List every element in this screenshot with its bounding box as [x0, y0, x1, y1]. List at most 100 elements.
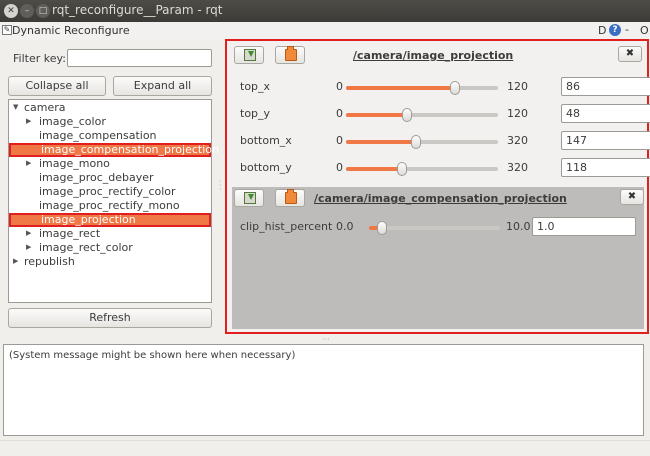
- tree-item[interactable]: image_projection: [9, 213, 211, 227]
- param-value-input[interactable]: 1.0: [532, 217, 636, 236]
- tree-item-label: image_proc_rectify_mono: [39, 199, 180, 212]
- param-min: 0.0: [336, 220, 354, 233]
- slider-fill: [346, 167, 402, 171]
- tree-item[interactable]: image_proc_rectify_color: [9, 185, 211, 199]
- chevron-right-icon[interactable]: ▶: [26, 227, 31, 240]
- param-slider[interactable]: [346, 135, 498, 149]
- tree-item-label: image_proc_debayer: [39, 171, 154, 184]
- plugin-d-button[interactable]: D: [598, 24, 606, 37]
- filter-input[interactable]: [67, 49, 212, 67]
- param-name: top_x: [240, 80, 271, 93]
- param-max: 120: [507, 80, 528, 93]
- tree-item[interactable]: image_proc_rectify_mono: [9, 199, 211, 213]
- window-maximize-button[interactable]: □: [36, 4, 50, 18]
- plugin-icon: ✎: [2, 25, 12, 35]
- tree-item-label: republish: [24, 255, 75, 268]
- status-bar: [0, 440, 650, 456]
- download-button[interactable]: [234, 46, 264, 64]
- slider-handle[interactable]: [377, 221, 387, 235]
- slider-handle[interactable]: [411, 135, 421, 149]
- splitter-handle-horizontal[interactable]: ···: [322, 335, 330, 344]
- param-value-input[interactable]: 147: [561, 131, 650, 150]
- tree-item[interactable]: ▶ image_color: [9, 115, 211, 129]
- folder-icon: [285, 46, 297, 61]
- param-name: top_y: [240, 107, 271, 120]
- tree-item-label: camera: [24, 101, 66, 114]
- tree-item-label: image_rect: [39, 227, 101, 240]
- download-icon: [244, 49, 256, 61]
- param-name: clip_hist_percent: [240, 220, 333, 233]
- tree-item-label: image_compensation_projection: [41, 143, 219, 156]
- param-name: bottom_y: [240, 161, 292, 174]
- param-slider[interactable]: [346, 108, 498, 122]
- filter-label: Filter key:: [13, 52, 66, 65]
- tree-item[interactable]: image_compensation: [9, 129, 211, 143]
- close-group-button[interactable]: ✖: [620, 189, 644, 205]
- slider-handle[interactable]: [397, 162, 407, 176]
- download-icon: [244, 192, 256, 204]
- tree-item[interactable]: ▶ image_rect: [9, 227, 211, 241]
- param-max: 320: [507, 161, 528, 174]
- param-name: bottom_x: [240, 134, 292, 147]
- param-slider[interactable]: [369, 221, 500, 235]
- chevron-right-icon[interactable]: ▶: [13, 255, 18, 268]
- tree-item[interactable]: ▶ image_mono: [9, 157, 211, 171]
- slider-fill: [346, 140, 416, 144]
- param-min: 0: [336, 134, 343, 147]
- slider-fill: [346, 86, 455, 90]
- chevron-right-icon[interactable]: ▶: [26, 115, 31, 128]
- tree-item-label: image_proc_rectify_color: [39, 185, 176, 198]
- param-min: 0: [336, 161, 343, 174]
- window-minimize-button[interactable]: –: [20, 4, 34, 18]
- param-group-image-projection: /camera/image_projection ✖ top_x 0 120 86 to…: [232, 43, 650, 183]
- open-folder-button[interactable]: [275, 189, 305, 207]
- chevron-right-icon[interactable]: ▶: [26, 157, 31, 170]
- param-max: 120: [507, 107, 528, 120]
- window-title: rqt_reconfigure__Param - rqt: [52, 3, 223, 17]
- expand-all-button[interactable]: Expand all: [113, 76, 212, 96]
- collapse-all-button[interactable]: Collapse all: [8, 76, 106, 96]
- open-folder-button[interactable]: [275, 46, 305, 64]
- help-icon[interactable]: ?: [609, 24, 621, 36]
- tree-item[interactable]: ▶ image_rect_color: [9, 241, 211, 255]
- tree-item[interactable]: ▶ republish: [9, 255, 211, 269]
- download-button[interactable]: [234, 189, 264, 207]
- refresh-button[interactable]: Refresh: [8, 308, 212, 328]
- plugin-close-button[interactable]: O: [640, 24, 649, 37]
- plugin-minimize-button[interactable]: -: [625, 23, 629, 36]
- system-message-text: (System message might be shown here when…: [9, 350, 296, 361]
- close-group-button[interactable]: ✖: [618, 46, 642, 62]
- tree-item-label: image_projection: [41, 213, 136, 226]
- param-min: 0: [336, 107, 343, 120]
- tree-item[interactable]: ▼ camera: [9, 101, 211, 115]
- tree-item-label: image_mono: [39, 157, 110, 170]
- window-close-button[interactable]: ✕: [4, 4, 18, 18]
- slider-handle[interactable]: [402, 108, 412, 122]
- group-title: /camera/image_projection: [353, 49, 514, 62]
- group-title: /camera/image_compensation_projection: [314, 192, 567, 205]
- splitter-handle[interactable]: · · ·: [219, 178, 222, 194]
- plugin-header: ✎ Dynamic Reconfigure D ? - O: [0, 22, 650, 40]
- param-value-input[interactable]: 118: [561, 158, 650, 177]
- param-min: 0: [336, 80, 343, 93]
- tree-item-label: image_compensation: [39, 129, 157, 142]
- folder-icon: [285, 189, 297, 204]
- param-groups-panel: /camera/image_projection ✖ top_x 0 120 86 to…: [225, 39, 650, 334]
- param-max: 10.0: [506, 220, 531, 233]
- system-message-box: (System message might be shown here when…: [3, 344, 644, 436]
- param-group-image-compensation-projection: /camera/image_compensation_projection ✖ …: [232, 187, 644, 329]
- tree-item[interactable]: image_compensation_projection: [9, 143, 219, 157]
- slider-fill: [346, 113, 407, 117]
- tree-item-label: image_rect_color: [39, 241, 133, 254]
- param-max: 320: [507, 134, 528, 147]
- tree-item-label: image_color: [39, 115, 106, 128]
- slider-handle[interactable]: [450, 81, 460, 95]
- chevron-right-icon[interactable]: ▶: [26, 241, 31, 254]
- param-slider[interactable]: [346, 162, 498, 176]
- node-tree[interactable]: ▼ camera ▶ image_color image_compensation ima…: [8, 99, 219, 303]
- tree-item[interactable]: image_proc_debayer: [9, 171, 211, 185]
- param-value-input[interactable]: 48: [561, 104, 650, 123]
- chevron-down-icon[interactable]: ▼: [13, 101, 18, 114]
- param-value-input[interactable]: 86: [561, 77, 650, 96]
- param-slider[interactable]: [346, 81, 498, 95]
